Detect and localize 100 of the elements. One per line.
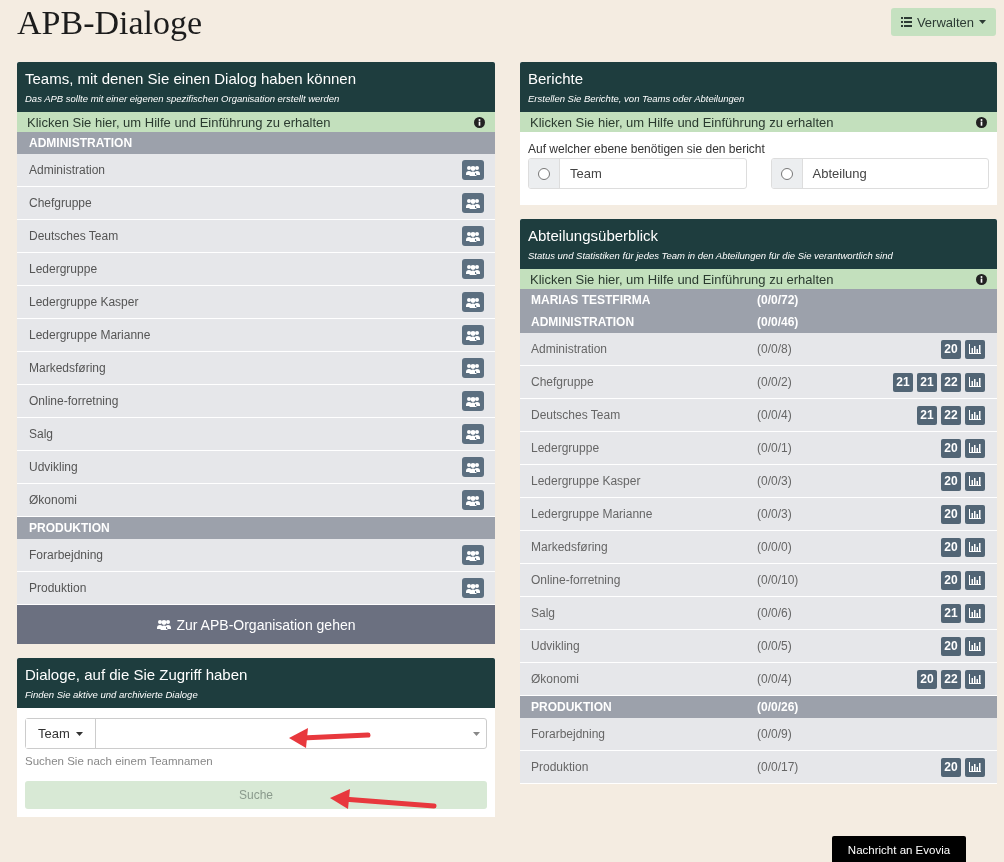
organisation-button[interactable]: Zur APB-Organisation gehen xyxy=(17,605,495,644)
department-name: ADMINISTRATION xyxy=(531,315,636,329)
users-icon xyxy=(466,362,480,374)
team-name: Chefgruppe xyxy=(29,196,92,210)
year-badge[interactable]: 20 xyxy=(941,636,961,656)
bar-chart-icon xyxy=(969,608,981,618)
report-question: Auf welcher ebene benötigen sie den bericht xyxy=(528,142,766,156)
department-count: (0/0/26) xyxy=(757,700,800,714)
chart-button[interactable] xyxy=(965,471,985,491)
users-icon xyxy=(466,329,480,341)
bar-chart-icon xyxy=(969,377,981,387)
team-name: Forarbejdning xyxy=(531,727,607,741)
team-name: Ledergruppe Marianne xyxy=(531,507,654,521)
team-search-field[interactable]: Team xyxy=(25,718,487,749)
year-badge[interactable]: 22 xyxy=(941,372,961,392)
year-badge[interactable]: 20 xyxy=(941,537,961,557)
team-button[interactable] xyxy=(462,259,484,279)
team-button[interactable] xyxy=(462,424,484,444)
team-button[interactable] xyxy=(462,226,484,246)
year-badge[interactable]: 22 xyxy=(941,669,961,689)
team-button[interactable] xyxy=(462,490,484,510)
team-button[interactable] xyxy=(462,545,484,565)
team-name: Deutsches Team xyxy=(531,408,622,422)
report-level-option[interactable]: Team xyxy=(528,158,747,189)
help-text: Klicken Sie hier, um Hilfe und Einführung zu erhalten xyxy=(27,114,331,130)
team-name: Udvikling xyxy=(29,460,78,474)
team-name: Udvikling xyxy=(531,639,581,653)
team-count: (0/0/8) xyxy=(757,342,793,356)
team-button[interactable] xyxy=(462,325,484,345)
message-button[interactable]: Nachricht an Evovia xyxy=(832,836,966,862)
team-name: Økonomi xyxy=(29,493,78,507)
users-icon xyxy=(466,230,480,242)
team-count: (0/0/4) xyxy=(757,672,793,686)
team-button[interactable] xyxy=(462,292,484,312)
help-bar[interactable]: Klicken Sie hier, um Hilfe und Einführung zu erhalten xyxy=(520,112,997,132)
team-count: (0/0/3) xyxy=(757,474,793,488)
team-count: (0/0/4) xyxy=(757,408,793,422)
users-icon xyxy=(466,582,480,594)
team-button[interactable] xyxy=(462,160,484,180)
chart-button[interactable] xyxy=(965,603,985,623)
bar-chart-icon xyxy=(969,509,981,519)
chart-button[interactable] xyxy=(965,636,985,656)
panel-subtitle: Erstellen Sie Berichte, von Teams oder Abteilungen xyxy=(528,93,746,104)
group-header: ADMINISTRATION xyxy=(17,132,495,154)
year-badge[interactable]: 22 xyxy=(941,405,961,425)
team-name: Økonomi xyxy=(531,672,581,686)
chart-button[interactable] xyxy=(965,339,985,359)
users-icon xyxy=(156,619,171,630)
type-dropdown[interactable]: Team xyxy=(26,719,96,748)
bar-chart-icon xyxy=(969,542,981,552)
bar-chart-icon xyxy=(969,575,981,585)
users-icon xyxy=(466,461,480,473)
panel-title: Abteilungsüberblick xyxy=(528,227,660,244)
team-name: Ledergruppe Marianne xyxy=(29,328,151,342)
department-count: (0/0/72) xyxy=(757,293,800,307)
year-badge[interactable]: 20 xyxy=(941,570,961,590)
caret-icon xyxy=(979,20,986,24)
team-button[interactable] xyxy=(462,578,484,598)
caret-icon xyxy=(473,731,480,736)
chart-button[interactable] xyxy=(965,438,985,458)
year-badge[interactable]: 20 xyxy=(941,757,961,777)
team-button[interactable] xyxy=(462,358,484,378)
info-icon xyxy=(976,273,987,285)
bar-chart-icon xyxy=(969,476,981,486)
chart-button[interactable] xyxy=(965,372,985,392)
radio-button[interactable] xyxy=(538,167,550,180)
year-badge[interactable]: 20 xyxy=(941,438,961,458)
help-bar[interactable]: Klicken Sie hier, um Hilfe und Einführung zu erhalten xyxy=(520,269,997,289)
year-badge[interactable]: 21 xyxy=(893,372,913,392)
team-button[interactable] xyxy=(462,457,484,477)
help-text: Klicken Sie hier, um Hilfe und Einführung zu erhalten xyxy=(530,114,834,130)
radio-button[interactable] xyxy=(780,167,793,180)
year-badge[interactable]: 20 xyxy=(941,471,961,491)
team-count: (0/0/17) xyxy=(757,760,800,774)
users-icon xyxy=(466,549,480,561)
manage-button[interactable]: Verwalten xyxy=(890,8,996,36)
team-count: (0/0/1) xyxy=(757,441,793,455)
list-icon xyxy=(900,17,912,27)
team-button[interactable] xyxy=(462,391,484,411)
year-badge[interactable]: 20 xyxy=(941,504,961,524)
team-name: Administration xyxy=(531,342,609,356)
chart-button[interactable] xyxy=(965,570,985,590)
year-badge[interactable]: 21 xyxy=(917,372,937,392)
chart-button[interactable] xyxy=(965,405,985,425)
chart-button[interactable] xyxy=(965,757,985,777)
users-icon xyxy=(466,263,480,275)
year-badge[interactable]: 21 xyxy=(917,405,937,425)
team-count: (0/0/2) xyxy=(757,375,793,389)
year-badge[interactable]: 20 xyxy=(941,339,961,359)
help-bar[interactable]: Klicken Sie hier, um Hilfe und Einführung zu erhalten xyxy=(17,112,495,132)
team-button[interactable] xyxy=(462,193,484,213)
chart-button[interactable] xyxy=(965,669,985,689)
year-badge[interactable]: 20 xyxy=(917,669,937,689)
chart-button[interactable] xyxy=(965,537,985,557)
report-level-option[interactable]: Abteilung xyxy=(770,158,989,189)
department-count: (0/0/46) xyxy=(757,315,800,329)
team-count: (0/0/9) xyxy=(757,727,793,741)
year-badge[interactable]: 21 xyxy=(941,603,961,623)
bar-chart-icon xyxy=(969,762,981,772)
chart-button[interactable] xyxy=(965,504,985,524)
